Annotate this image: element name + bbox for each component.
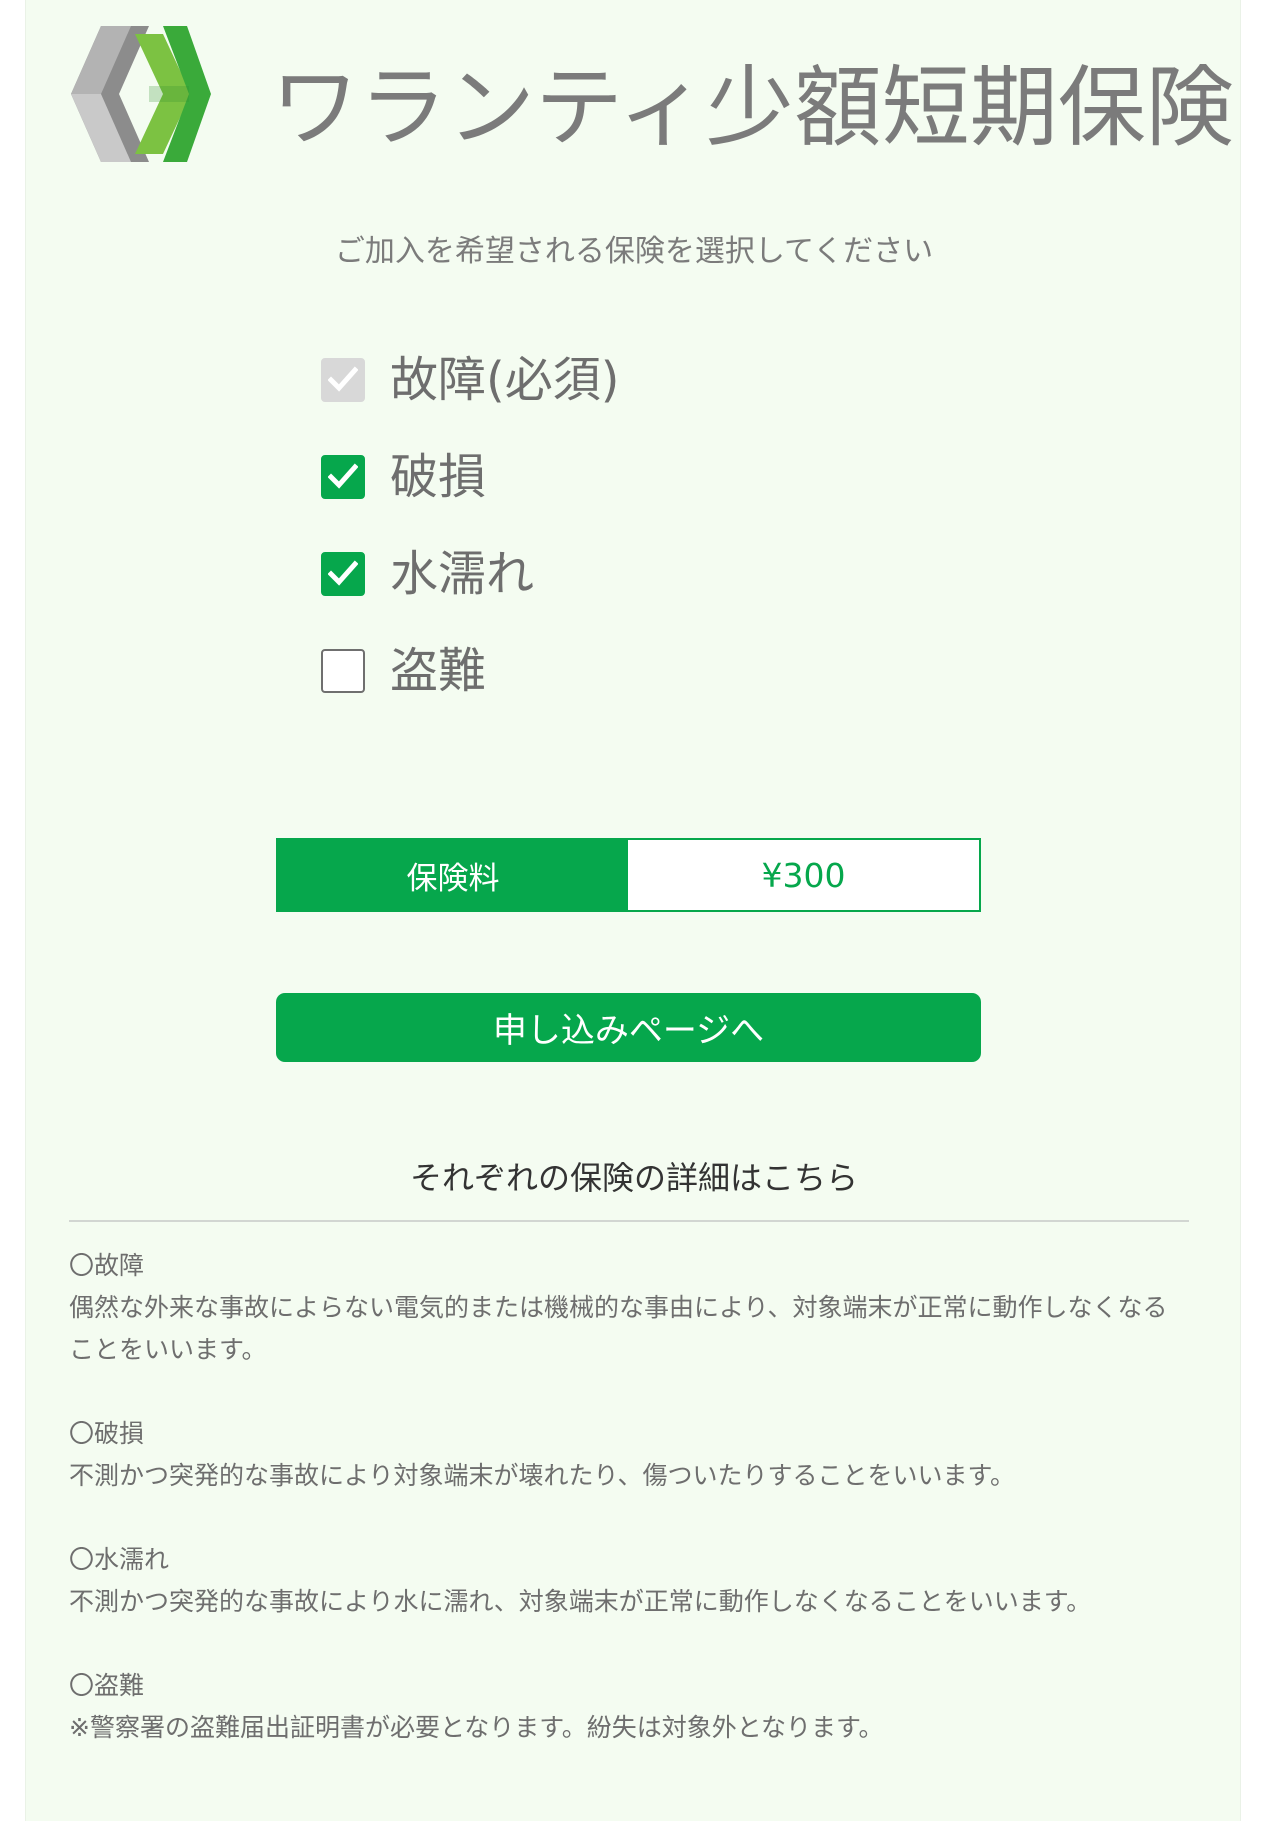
theft-checkbox[interactable] <box>321 649 365 693</box>
detail-breakdown: 〇故障 偶然な外来な事故によらない電気的または機械的な事由により、対象端末が正常… <box>69 1245 1189 1371</box>
premium-label: 保険料 <box>278 840 628 910</box>
details-heading: それぞれの保険の詳細はこちら <box>409 1159 858 1197</box>
check-icon <box>328 366 358 392</box>
option-label: 故障(必須) <box>390 352 620 408</box>
brand-name: ワランティ少額短期保険 <box>271 56 1234 159</box>
detail-title: 〇盗難 <box>69 1671 145 1700</box>
company-logo-icon <box>71 26 211 162</box>
detail-text: 不測かつ突発的な事故により水に濡れ、対象端末が正常に動作しなくなることをいいます… <box>69 1587 1092 1616</box>
detail-title: 〇水濡れ <box>69 1545 170 1574</box>
detail-title: 〇故障 <box>69 1251 145 1280</box>
option-label: 盗難 <box>390 643 487 699</box>
detail-damage: 〇破損 不測かつ突発的な事故により対象端末が壊れたり、傷ついたりすることをいいま… <box>69 1413 1189 1497</box>
page: ワランティ少額短期保険 ご加入を希望される保険を選択してください 故障(必須) … <box>25 0 1241 1821</box>
water-damage-checkbox[interactable] <box>321 552 365 596</box>
detail-text: 偶然な外来な事故によらない電気的または機械的な事由により、対象端末が正常に動作し… <box>69 1293 1168 1364</box>
breakdown-checkbox <box>321 358 365 402</box>
divider <box>69 1220 1189 1222</box>
damage-checkbox[interactable] <box>321 455 365 499</box>
detail-theft: 〇盗難 ※警察署の盗難届出証明書が必要となります。紛失は対象外となります。 <box>69 1665 1189 1749</box>
premium-value: ¥300 <box>761 855 846 895</box>
check-icon <box>328 560 358 586</box>
apply-page-button[interactable]: 申し込みページへ <box>276 993 981 1062</box>
detail-title: 〇破損 <box>69 1419 145 1448</box>
detail-text: 不測かつ突発的な事故により対象端末が壊れたり、傷ついたりすることをいいます。 <box>69 1461 1016 1490</box>
option-label: 破損 <box>390 449 487 505</box>
details-list: 〇故障 偶然な外来な事故によらない電気的または機械的な事由により、対象端末が正常… <box>69 1245 1189 1791</box>
detail-water-damage: 〇水濡れ 不測かつ突発的な事故により水に濡れ、対象端末が正常に動作しなくなること… <box>69 1539 1189 1623</box>
header: ワランティ少額短期保険 <box>71 22 1234 162</box>
instruction-text: ご加入を希望される保険を選択してください <box>334 234 934 269</box>
detail-text: ※警察署の盗難届出証明書が必要となります。紛失は対象外となります。 <box>69 1713 884 1742</box>
option-label: 水濡れ <box>390 546 535 602</box>
check-icon <box>328 463 358 489</box>
premium-box: 保険料 ¥300 <box>276 838 981 912</box>
